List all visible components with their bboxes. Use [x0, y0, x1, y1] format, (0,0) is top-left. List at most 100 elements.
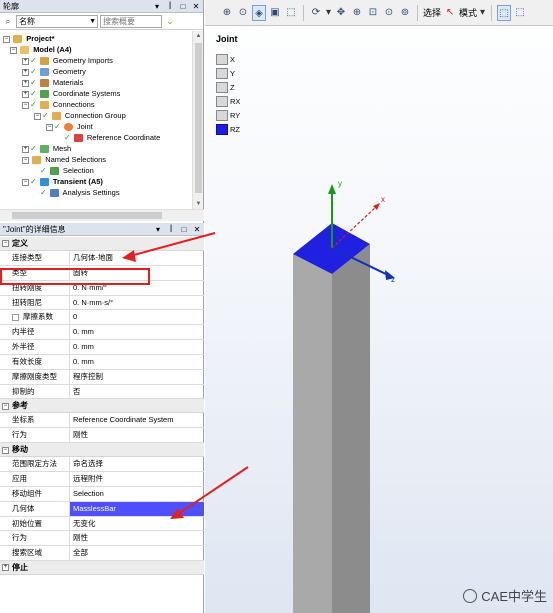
prop-row[interactable]: 类型 固转 [0, 265, 204, 281]
tree-node-analysis-settings[interactable]: ✓ Analysis Settings [0, 187, 192, 198]
collapse-icon[interactable]: − [3, 35, 10, 43]
display-edges-icon[interactable]: ⬚ [284, 5, 298, 21]
collapse-icon[interactable]: − [46, 123, 53, 131]
pin-icon[interactable]: ꟾ [165, 0, 175, 13]
zoom-in-icon[interactable]: ⊕ [350, 5, 364, 21]
zoom-to-fit-icon[interactable]: ⊙ [382, 5, 396, 21]
collapse-icon[interactable]: − [2, 402, 9, 410]
tree-node-transient[interactable]: − ✓ Transient (A5) [0, 176, 192, 187]
prop-value[interactable]: 0. N·mm·s/° [70, 296, 204, 310]
prop-row[interactable]: 初始位置 无变化 [0, 516, 204, 532]
tree-node-geometry[interactable]: + ✓ Geometry [0, 66, 192, 77]
mode-dropdown-icon[interactable]: ▾ [479, 5, 486, 21]
prop-value[interactable]: 0. N·mm/° [70, 281, 204, 295]
magnifier-icon[interactable]: ⊚ [398, 5, 412, 21]
search-icon[interactable]: ⌕ [2, 15, 14, 28]
select-edge-icon[interactable]: ⬚ [513, 5, 527, 21]
dropdown-icon[interactable]: ▾ [153, 223, 163, 236]
section-mobile[interactable]: − 移动 [0, 443, 204, 458]
prop-value-highlighted[interactable]: MasslessBar [70, 501, 204, 516]
prop-value[interactable]: 全部 [70, 546, 204, 560]
wireframe-icon[interactable]: ▣ [268, 5, 282, 21]
tree-node-geometry-imports[interactable]: + ✓ Geometry Imports [0, 55, 192, 66]
tree-node-model[interactable]: − Model (A4) [0, 44, 192, 55]
collapse-icon[interactable]: − [2, 240, 9, 248]
prop-row[interactable]: 内半径 0. mm [0, 325, 204, 341]
expand-icon[interactable]: + [22, 68, 29, 76]
select-vertex-icon[interactable]: ⬚ [497, 4, 512, 21]
prop-row[interactable]: 连接类型 几何体-地面 [0, 251, 204, 266]
restore-icon[interactable]: □ [178, 0, 188, 13]
prop-value[interactable]: 0. mm [70, 325, 204, 339]
close-icon[interactable]: ✕ [191, 0, 201, 13]
prop-row[interactable]: 坐标系 Reference Coordinate System [0, 413, 204, 429]
prop-row[interactable]: 外半径 0. mm [0, 340, 204, 355]
prop-value[interactable]: Selection [70, 487, 204, 501]
filter-chevron-icon[interactable]: ⌄ [164, 15, 176, 28]
expand-icon[interactable]: + [22, 57, 29, 65]
tree-node-connection-group[interactable]: − ✓ Connection Group [0, 110, 192, 121]
zoom-icon[interactable]: ⊕ [220, 5, 234, 21]
name-filter-dropdown[interactable]: 名称 ▼ [16, 14, 98, 28]
select-mode-icon[interactable]: ↖ [443, 5, 457, 21]
expand-icon[interactable]: + [22, 79, 29, 87]
collapse-icon[interactable]: − [10, 46, 17, 54]
prop-row[interactable]: 应用 远程附件 [0, 471, 204, 487]
scroll-up-icon[interactable]: ▲ [193, 31, 204, 41]
collapse-icon[interactable]: − [34, 112, 41, 120]
prop-row[interactable]: 摩擦系数 0 [0, 310, 204, 326]
tree-node-connections[interactable]: − ✓ Connections [0, 99, 192, 110]
tree-node-project[interactable]: − Project* [0, 33, 192, 44]
isometric-view-icon[interactable]: ◈ [252, 4, 266, 21]
prop-row-geometry[interactable]: 几何体 MasslessBar [0, 501, 204, 517]
mode-menu[interactable]: 模式 [459, 5, 477, 21]
prop-value[interactable]: 0 [70, 310, 204, 324]
prop-value[interactable]: 几何体-地面 [70, 251, 204, 265]
expand-icon[interactable]: + [22, 145, 29, 153]
box-zoom-icon[interactable]: ⊡ [366, 5, 380, 21]
prop-value[interactable]: 程序控制 [70, 370, 204, 384]
prop-row[interactable]: 移动组件 Selection [0, 486, 204, 502]
scroll-down-icon[interactable]: ▼ [193, 199, 204, 209]
tree-node-coordinate-systems[interactable]: + ✓ Coordinate Systems [0, 88, 192, 99]
prop-value[interactable]: 0. mm [70, 340, 204, 354]
prop-row[interactable]: 扭转刚度 0. N·mm/° [0, 280, 204, 296]
collapse-icon[interactable]: − [2, 446, 9, 454]
graphics-viewport[interactable]: ⊕ ⊙ ◈ ▣ ⬚ ⟳ ▾ ✥ ⊕ ⊡ ⊙ ⊚ 选择 ↖ 模式 ▾ ⬚ ⬚ Jo… [205, 0, 553, 613]
prop-row[interactable]: 有效长度 0. mm [0, 354, 204, 370]
prop-value[interactable]: 刚性 [70, 428, 204, 442]
prop-row[interactable]: 行为 刚性 [0, 428, 204, 444]
tree-node-reference-coordinate[interactable]: ✓ Reference Coordinate [0, 132, 192, 143]
prop-value[interactable]: 固转 [70, 266, 204, 280]
checkbox[interactable] [12, 313, 19, 321]
rotate-dropdown-icon[interactable]: ▾ [325, 5, 332, 21]
prop-row[interactable]: 范围限定方法 命名选择 [0, 457, 204, 472]
collapse-icon[interactable]: − [22, 101, 29, 109]
scrollbar-thumb[interactable] [195, 43, 202, 193]
zoom-fit-icon[interactable]: ⊙ [236, 5, 250, 21]
prop-value[interactable]: Reference Coordinate System [70, 413, 204, 427]
tree-node-named-selections[interactable]: − Named Selections [0, 154, 192, 165]
tree-node-materials[interactable]: + ✓ Materials [0, 77, 192, 88]
prop-value[interactable]: 刚性 [70, 531, 204, 545]
pin-icon[interactable]: ꟾ [166, 223, 176, 236]
prop-row[interactable]: 搜索区域 全部 [0, 546, 204, 562]
tree-node-joint[interactable]: − ✓ Joint [0, 121, 192, 132]
tree-vertical-scrollbar[interactable]: ▲ ▼ [192, 31, 203, 209]
prop-row[interactable]: 抑制的否 [0, 384, 204, 400]
prop-row[interactable]: 行为 刚性 [0, 531, 204, 547]
restore-icon[interactable]: □ [179, 223, 189, 236]
collapse-icon[interactable]: − [22, 178, 29, 186]
section-stop[interactable]: + 停止 [0, 561, 204, 576]
select-menu[interactable]: 选择 [423, 5, 441, 21]
tree-horizontal-scrollbar[interactable] [0, 209, 204, 221]
collapse-icon[interactable]: − [22, 156, 29, 164]
prop-row[interactable]: 摩擦刚度类型 程序控制 [0, 369, 204, 385]
expand-icon[interactable]: + [2, 564, 9, 572]
prop-row[interactable]: 扭转阻尼 0. N·mm·s/° [0, 295, 204, 311]
dropdown-icon[interactable]: ▾ [152, 0, 162, 13]
pan-icon[interactable]: ✥ [334, 5, 348, 21]
rotate-icon[interactable]: ⟳ [309, 5, 323, 21]
close-icon[interactable]: ✕ [192, 223, 202, 236]
prop-value[interactable]: 命名选择 [70, 457, 204, 471]
